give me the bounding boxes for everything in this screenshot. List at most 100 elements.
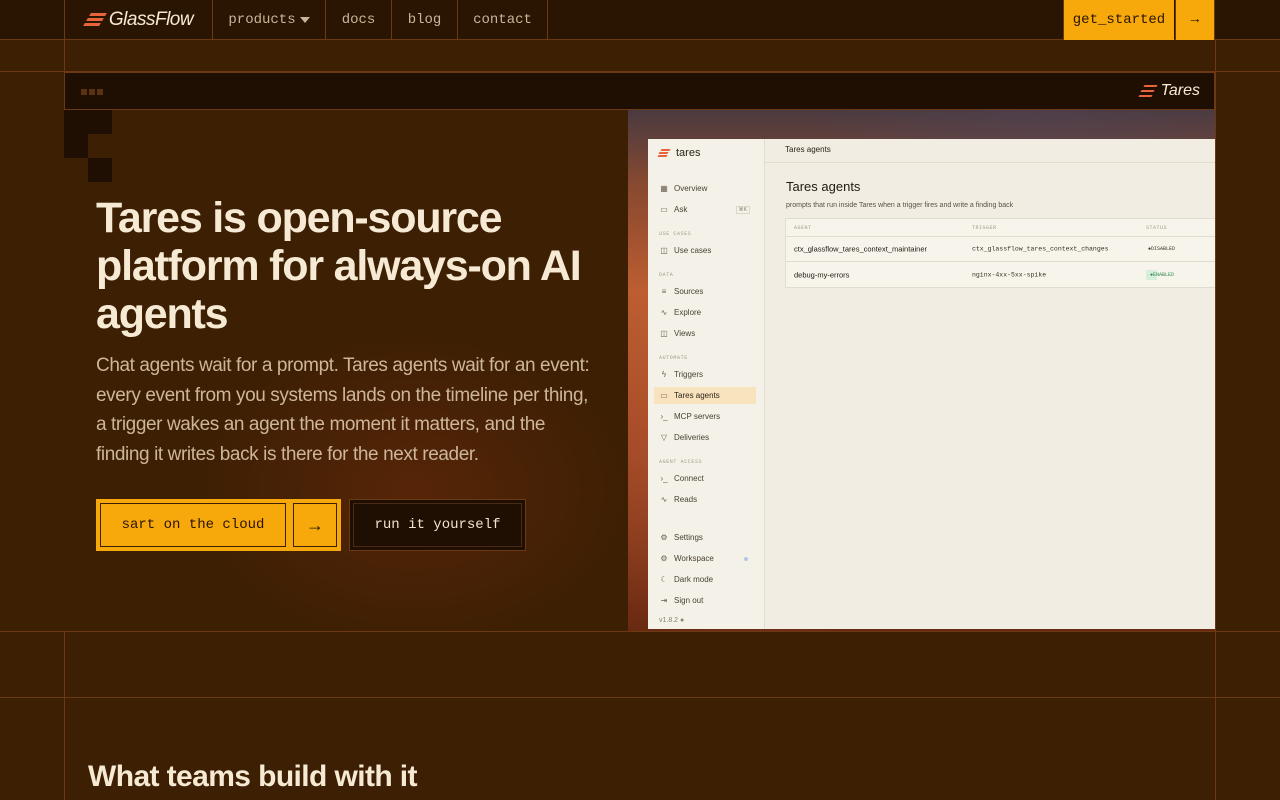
get-started-label: get_started bbox=[1072, 12, 1166, 28]
sidebar-section-label: AGENT ACCESS bbox=[659, 459, 703, 465]
pixel-decoration bbox=[64, 134, 88, 158]
nav-link-label: blog bbox=[407, 12, 442, 28]
agents-table: AGENT TRIGGER STATUS ctx_glassflow_tares… bbox=[785, 218, 1215, 288]
hero-frame-bar: Tares bbox=[64, 72, 1215, 110]
filter-icon: ▽ bbox=[660, 433, 668, 442]
column-header: AGENT bbox=[794, 224, 812, 231]
table-header: AGENT TRIGGER STATUS bbox=[786, 219, 1215, 237]
nav-link-products[interactable]: products bbox=[213, 0, 326, 40]
nav-link-contact[interactable]: contact bbox=[458, 0, 548, 40]
start-on-cloud-button[interactable]: sart on the cloud → bbox=[96, 499, 341, 551]
get-started-button[interactable]: get_started bbox=[1063, 0, 1174, 40]
app-brand: tares bbox=[657, 147, 701, 159]
nav-link-docs[interactable]: docs bbox=[326, 0, 392, 40]
sidebar-item-triggers[interactable]: ϟ Triggers bbox=[654, 366, 756, 383]
grid-line bbox=[0, 631, 1280, 632]
sidebar-item-reads[interactable]: ∿ Reads bbox=[654, 491, 756, 508]
hero-text-panel: Tares is open-source platform for always… bbox=[64, 110, 628, 631]
sidebar-item-label: Deliveries bbox=[674, 433, 710, 442]
start-on-cloud-label: sart on the cloud bbox=[100, 503, 286, 547]
sidebar-item-views[interactable]: ◫ Views bbox=[654, 325, 756, 342]
sidebar-item-sources[interactable]: ≡ Sources bbox=[654, 283, 756, 300]
run-it-yourself-button[interactable]: run it yourself bbox=[349, 499, 526, 551]
glassflow-logo[interactable]: GlassFlow bbox=[64, 0, 213, 40]
sidebar-item-mcp-servers[interactable]: ›_ MCP servers bbox=[654, 408, 756, 425]
status-dot-icon bbox=[744, 556, 748, 561]
terminal-icon: ›_ bbox=[660, 474, 668, 483]
nav-link-label: products bbox=[228, 12, 296, 28]
sidebar-item-label: Reads bbox=[674, 495, 698, 504]
agent-name: debug-my-errors bbox=[794, 270, 850, 279]
sidebar-item-label: Connect bbox=[674, 474, 704, 483]
section-title: What teams build with it bbox=[88, 760, 418, 793]
bolt-icon: ϟ bbox=[661, 370, 667, 379]
pulse-icon: ∿ bbox=[660, 308, 668, 317]
get-started-arrow-button[interactable]: → bbox=[1175, 0, 1215, 40]
chat-icon: ▭ bbox=[660, 205, 668, 214]
sidebar-item-label: Workspace bbox=[674, 554, 714, 563]
pixel-decoration bbox=[88, 158, 112, 182]
agent-name: ctx_glassflow_tares_context_maintainer bbox=[794, 244, 927, 254]
app-brand-text: tares bbox=[676, 147, 701, 159]
sidebar-item-workspace[interactable]: ⚙ Workspace bbox=[654, 550, 756, 567]
database-icon: ≡ bbox=[661, 287, 667, 296]
agent-trigger: ctx_glassflow_tares_context_changes bbox=[972, 245, 1109, 253]
sidebar-item-ask[interactable]: ▭ Ask ⌘K bbox=[654, 201, 756, 218]
sidebar-item-label: MCP servers bbox=[674, 412, 721, 421]
tares-logo-text: Tares bbox=[1160, 82, 1200, 99]
arrow-right-icon: → bbox=[293, 503, 337, 547]
sidebar-item-use-cases[interactable]: ◫ Use cases bbox=[654, 242, 756, 259]
hero-subtitle: Chat agents wait for a prompt. Tares age… bbox=[96, 355, 590, 465]
github-icon: ● bbox=[680, 617, 685, 624]
sidebar-item-dark-mode[interactable]: ☾ Dark mode bbox=[654, 571, 756, 588]
page-title: Tares agents bbox=[786, 179, 861, 194]
book-icon: ◫ bbox=[660, 246, 668, 255]
table-row[interactable]: ctx_glassflow_tares_context_maintainer c… bbox=[786, 237, 1215, 262]
status-badge: ● DISABLED bbox=[1148, 246, 1176, 252]
sidebar-item-sign-out[interactable]: ⇥ Sign out bbox=[654, 592, 756, 609]
sidebar-item-explore[interactable]: ∿ Explore bbox=[654, 304, 756, 321]
nav-link-label: docs bbox=[341, 12, 376, 28]
sidebar-item-tares-agents[interactable]: ▭ Tares agents bbox=[654, 387, 756, 404]
shortcut-badge: ⌘K bbox=[735, 205, 750, 214]
terminal-icon: ›_ bbox=[660, 412, 668, 421]
sidebar-item-settings[interactable]: ⚙ Settings bbox=[654, 529, 756, 546]
column-header: TRIGGER bbox=[972, 224, 997, 231]
glassflow-logo-icon bbox=[83, 13, 107, 27]
sidebar-item-overview[interactable]: ▦ Overview bbox=[654, 180, 756, 197]
pulse-icon: ∿ bbox=[660, 495, 668, 504]
caret-down-icon bbox=[299, 17, 310, 23]
sidebar-item-label: Ask bbox=[674, 205, 688, 214]
brand-name: GlassFlow bbox=[108, 9, 194, 30]
sidebar-section-label: AUTOMATE bbox=[659, 355, 688, 361]
agent-trigger: nginx-4xx-5xx-spike bbox=[972, 271, 1047, 278]
arrow-right-icon: → bbox=[1190, 12, 1200, 28]
nav-link-label: contact bbox=[473, 12, 532, 28]
app-breadcrumb: Tares agents bbox=[765, 139, 1215, 163]
run-it-yourself-label: run it yourself bbox=[353, 503, 522, 547]
sidebar-section-label: DATA bbox=[659, 272, 674, 278]
grid-line bbox=[1215, 0, 1216, 800]
sidebar-item-deliveries[interactable]: ▽ Deliveries bbox=[654, 429, 756, 446]
sidebar-item-label: Overview bbox=[674, 184, 708, 193]
top-nav: GlassFlow products docs blog contact get… bbox=[0, 0, 1280, 40]
table-row[interactable]: debug-my-errors nginx-4xx-5xx-spike ● EN… bbox=[786, 262, 1215, 287]
settings-icon: ⚙ bbox=[660, 554, 668, 563]
column-header: STATUS bbox=[1146, 224, 1168, 231]
app-sidebar: tares ▦ Overview ▭ Ask ⌘K USE CASES ◫ Use ca… bbox=[648, 139, 765, 629]
tares-logo: Tares bbox=[1137, 82, 1200, 100]
sidebar-item-label: Sign out bbox=[674, 596, 704, 605]
page-description: prompts that run inside Tares when a tri… bbox=[786, 202, 1014, 209]
sidebar-item-connect[interactable]: ›_ Connect bbox=[654, 470, 756, 487]
sign-out-icon: ⇥ bbox=[660, 596, 668, 605]
app-version: v1.8.2 ● bbox=[659, 617, 685, 624]
sidebar-item-label: Triggers bbox=[674, 370, 704, 379]
grid-line bbox=[0, 697, 1280, 698]
pixel-decoration bbox=[64, 110, 112, 134]
nav-link-blog[interactable]: blog bbox=[392, 0, 458, 40]
sidebar-item-label: Tares agents bbox=[674, 391, 720, 400]
moon-icon: ☾ bbox=[660, 575, 668, 584]
chat-icon: ▭ bbox=[660, 391, 668, 400]
sidebar-item-label: Use cases bbox=[674, 246, 712, 255]
product-screenshot: tares ▦ Overview ▭ Ask ⌘K USE CASES ◫ Use ca… bbox=[628, 110, 1215, 631]
